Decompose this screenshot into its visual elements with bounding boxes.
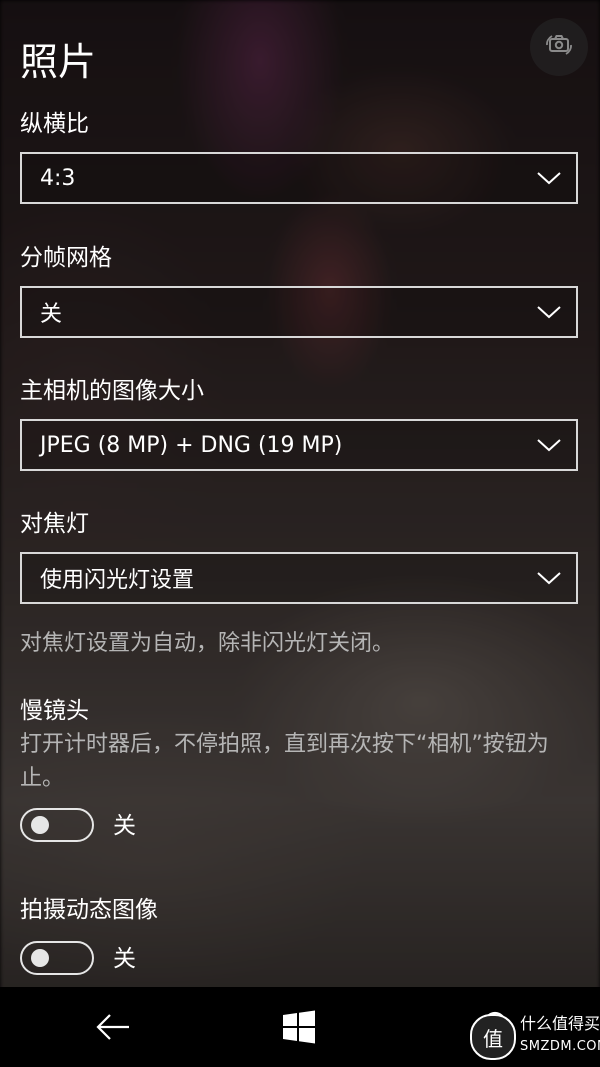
burst-mode-label: 慢镜头 <box>20 698 89 724</box>
framing-grid-label: 分帧网格 <box>20 245 112 271</box>
framing-grid-dropdown[interactable]: 关 <box>20 286 578 338</box>
burst-mode-description: 打开计时器后，不停拍照，直到再次按下“相机”按钮为止。 <box>20 732 549 791</box>
watermark-logo: 值 <box>470 1014 516 1060</box>
burst-mode-state: 关 <box>113 813 136 839</box>
camera-settings-screen: 照片 纵横比 4:3 分帧网格 关 主相机的图像大小 JPEG (8 MP) +… <box>0 0 600 1067</box>
watermark-text-cn: 什么值得买 <box>520 1014 600 1033</box>
aspect-ratio-dropdown[interactable]: 4:3 <box>20 152 578 204</box>
toggle-knob <box>31 816 49 834</box>
aspect-ratio-value: 4:3 <box>40 165 76 191</box>
chevron-down-icon <box>537 572 561 585</box>
settings-panel: 照片 纵横比 4:3 分帧网格 关 主相机的图像大小 JPEG (8 MP) +… <box>0 0 600 987</box>
watermark-text-en: SMZDM.COM <box>520 1039 600 1054</box>
smzdm-watermark: 值 什么值得买 SMZDM.COM <box>470 1008 600 1064</box>
aspect-ratio-label: 纵横比 <box>20 111 89 137</box>
living-images-toggle[interactable] <box>20 941 94 975</box>
toggle-knob <box>31 949 49 967</box>
focus-light-dropdown[interactable]: 使用闪光灯设置 <box>20 552 578 604</box>
chevron-down-icon <box>537 439 561 452</box>
windows-logo-icon <box>283 1010 315 1044</box>
chevron-down-icon <box>537 306 561 319</box>
switch-camera-button[interactable] <box>530 18 588 76</box>
focus-light-description: 对焦灯设置为自动，除非闪光灯关闭。 <box>20 631 395 656</box>
switch-camera-icon <box>544 32 574 62</box>
burst-mode-toggle[interactable] <box>20 808 94 842</box>
back-button[interactable] <box>91 1005 135 1049</box>
framing-grid-value: 关 <box>40 302 63 327</box>
living-images-label: 拍摄动态图像 <box>20 897 158 923</box>
page-title: 照片 <box>20 40 97 84</box>
home-button[interactable] <box>277 1005 321 1049</box>
image-size-label: 主相机的图像大小 <box>20 378 204 404</box>
focus-light-label: 对焦灯 <box>20 511 89 537</box>
image-size-dropdown[interactable]: JPEG (8 MP) + DNG (19 MP) <box>20 419 578 471</box>
image-size-value: JPEG (8 MP) + DNG (19 MP) <box>40 432 343 458</box>
focus-light-value: 使用闪光灯设置 <box>40 568 195 593</box>
chevron-down-icon <box>537 172 561 185</box>
living-images-state: 关 <box>113 946 136 972</box>
back-arrow-icon <box>96 1014 129 1040</box>
